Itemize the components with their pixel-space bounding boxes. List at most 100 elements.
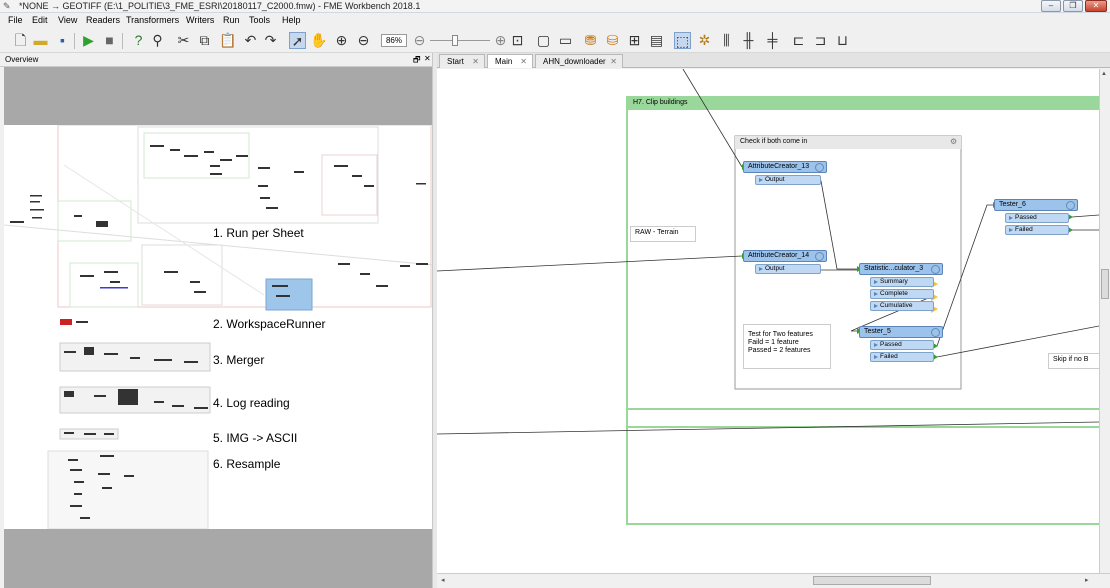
zoom-out-icon[interactable]: ⊖ (355, 32, 372, 49)
menu-tools[interactable]: Tools (249, 15, 270, 25)
close-tab-icon[interactable]: ✕ (610, 55, 617, 68)
maximize-button[interactable]: ❐ (1063, 0, 1083, 12)
scroll-left-arrow-icon[interactable]: ◂ (441, 576, 445, 584)
horizontal-scroll-thumb[interactable] (813, 576, 931, 585)
port-label: Cumulative (880, 302, 913, 309)
port-passed[interactable]: Passed (1005, 213, 1069, 223)
transformer-tester-5[interactable]: Tester_5 (859, 326, 943, 338)
workspace-canvas[interactable]: H7. Clip buildings Check if both come in… (437, 69, 1108, 573)
bookmark-check-title[interactable]: Check if both come in (740, 138, 807, 145)
open-icon[interactable]: ▬ (32, 32, 49, 49)
port-failed[interactable]: Failed (1005, 225, 1069, 235)
tab-ahn-downloader[interactable]: AHN_downloader ✕ (535, 54, 623, 68)
zoom-to-fit-icon[interactable]: ⊡ (509, 32, 526, 49)
tab-bar: Start ✕ Main ✕ AHN_downloader ✕ (437, 53, 1110, 68)
port-failed[interactable]: Failed (870, 352, 934, 362)
align-left-icon[interactable]: ⫼ (718, 32, 735, 49)
port-label: Failed (880, 353, 898, 360)
menu-file[interactable]: File (8, 15, 23, 25)
gear-icon[interactable] (815, 163, 824, 172)
tab-label: Start (447, 57, 464, 66)
transformer-attributecreator-14[interactable]: AttributeCreator_14 (743, 250, 827, 262)
port-cumulative[interactable]: Cumulative (870, 301, 934, 311)
scroll-up-arrow-icon[interactable]: ▲ (1101, 71, 1107, 77)
test-two-features-note[interactable]: Test for Two features Faild = 1 feature … (743, 324, 831, 369)
redo-icon[interactable]: ↷ (262, 32, 279, 49)
view-all-icon[interactable]: ▭ (557, 32, 574, 49)
autoconnect-icon[interactable]: ⬚ (674, 32, 691, 49)
close-panel-icon[interactable]: ✕ (424, 54, 431, 63)
align-top-icon[interactable]: ╪ (764, 32, 781, 49)
view-icon[interactable]: ▢ (535, 32, 552, 49)
distribute-h-icon[interactable]: ⊏ (790, 32, 807, 49)
transformer-attributecreator-13[interactable]: AttributeCreator_13 (743, 161, 827, 173)
align-center-icon[interactable]: ╫ (740, 32, 757, 49)
paste-icon[interactable]: 📋 (219, 32, 236, 49)
connection-line (682, 69, 743, 168)
overview-label-merger: 3. Merger (213, 353, 265, 367)
cut-icon[interactable]: ✂ (175, 32, 192, 49)
gear-icon[interactable] (815, 252, 824, 261)
minimize-button[interactable]: – (1041, 0, 1061, 12)
port-summary[interactable]: Summary (870, 277, 934, 287)
port-passed[interactable]: Passed (870, 340, 934, 350)
zoom-level-field[interactable]: 86% (381, 34, 407, 47)
zoom-plus-icon[interactable]: ⊕ (492, 32, 509, 49)
horizontal-scrollbar[interactable]: ◂ ▸ (437, 573, 1110, 588)
connection-line (437, 255, 743, 272)
scroll-right-arrow-icon[interactable]: ▸ (1085, 576, 1089, 584)
gear-icon[interactable]: ⚙ (950, 137, 957, 146)
tab-main[interactable]: Main ✕ (487, 54, 533, 68)
pan-icon[interactable]: ✋ (310, 32, 327, 49)
transformer-statisticscalculator-3[interactable]: Statistic...culator_3 (859, 263, 943, 275)
vertical-scrollbar[interactable]: ▲ (1099, 69, 1110, 573)
distribute-v-icon[interactable]: ⊐ (812, 32, 829, 49)
bookmark-clip-title[interactable]: H7. Clip buildings (633, 99, 687, 106)
align-bottom-icon[interactable]: ⊔ (834, 32, 851, 49)
note-line: Test for Two features (748, 331, 813, 338)
save-icon[interactable]: ▪ (54, 32, 71, 49)
menu-transformers[interactable]: Transformers (126, 15, 179, 25)
menu-writers[interactable]: Writers (186, 15, 214, 25)
port-label: Failed (1015, 226, 1033, 233)
inspect-icon[interactable]: ? (130, 32, 147, 49)
run-icon[interactable]: ▶ (80, 32, 97, 49)
raw-terrain-note[interactable]: RAW - Terrain (630, 226, 696, 242)
zoom-slider-thumb[interactable] (452, 35, 458, 46)
select-icon[interactable]: ➚ (289, 32, 306, 49)
tab-start[interactable]: Start ✕ (439, 54, 485, 68)
add-transformer-icon[interactable]: ⊞ (626, 32, 643, 49)
transformer-tester-6[interactable]: Tester_6 (994, 199, 1078, 211)
new-icon[interactable]: 🗋 (12, 32, 29, 49)
close-tab-icon[interactable]: ✕ (520, 55, 527, 68)
add-reader-icon[interactable]: ⛃ (582, 32, 599, 49)
close-window-button[interactable]: ✕ (1085, 0, 1107, 12)
stop-icon[interactable]: ■ (101, 32, 118, 49)
find-icon[interactable]: ⚲ (149, 32, 166, 49)
zoom-slider-track[interactable] (430, 40, 490, 41)
port-complete[interactable]: Complete (870, 289, 934, 299)
copy-icon[interactable]: ⧉ (196, 32, 213, 49)
port-label: Output (765, 265, 785, 272)
float-panel-icon[interactable]: 🗗 (413, 54, 421, 68)
menu-readers[interactable]: Readers (86, 15, 120, 25)
overview-header: Overview 🗗 ✕ (0, 53, 436, 67)
gear-icon[interactable] (1066, 201, 1075, 210)
gear-icon[interactable] (931, 265, 940, 274)
vertical-scroll-thumb[interactable] (1101, 269, 1109, 299)
close-tab-icon[interactable]: ✕ (472, 55, 479, 68)
port-output[interactable]: Output (755, 175, 821, 185)
menu-edit[interactable]: Edit (32, 15, 48, 25)
add-writer-icon[interactable]: ⛁ (604, 32, 621, 49)
zoom-minus-icon[interactable]: ⊖ (411, 32, 428, 49)
overview-canvas[interactable]: 1. Run per Sheet 2. WorkspaceRunner 3. M… (4, 125, 432, 529)
menu-run[interactable]: Run (223, 15, 240, 25)
port-output[interactable]: Output (755, 264, 821, 274)
connection-icon[interactable]: ✲ (696, 32, 713, 49)
menu-view[interactable]: View (58, 15, 77, 25)
add-bookmark-icon[interactable]: ▤ (648, 32, 665, 49)
undo-icon[interactable]: ↶ (242, 32, 259, 49)
gear-icon[interactable] (931, 328, 940, 337)
menu-help[interactable]: Help (282, 15, 301, 25)
zoom-in-icon[interactable]: ⊕ (333, 32, 350, 49)
